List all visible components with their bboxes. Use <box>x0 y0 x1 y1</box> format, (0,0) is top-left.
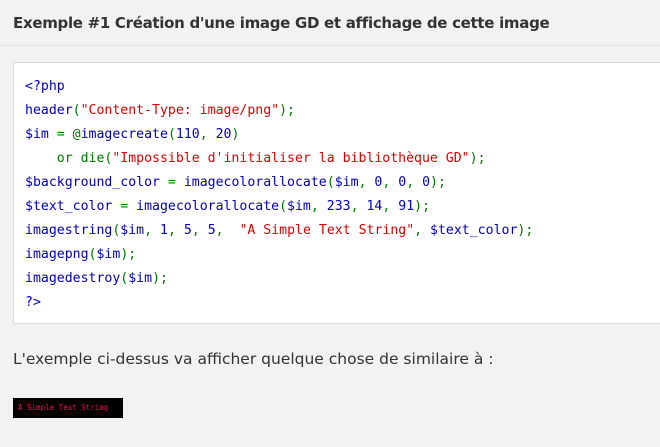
code-token: imagedestroy <box>25 271 121 286</box>
code-token: ) <box>231 127 240 142</box>
code-token: 91 <box>398 199 415 214</box>
code-token: imagepng <box>25 247 89 262</box>
code-token: $im <box>334 175 359 190</box>
code-token: , <box>310 199 327 214</box>
code-token: ); <box>279 103 295 118</box>
code-token: ); <box>414 199 431 214</box>
code-token: 20 <box>215 127 232 142</box>
code-token: ); <box>430 175 446 190</box>
code-token: imagestring <box>25 223 113 238</box>
code-token: , <box>382 175 399 190</box>
output-description: L'exemple ci-dessus va afficher quelque … <box>13 350 494 368</box>
code-token: imagecolorallocate <box>136 199 280 214</box>
code-line: imagepng($im); <box>25 243 660 267</box>
code-token: 0 <box>422 175 431 190</box>
code-token: or die( <box>25 151 113 166</box>
code-line: $background_color = imagecolorallocate($… <box>25 171 660 195</box>
code-token: , <box>144 223 161 238</box>
code-token: $im <box>25 127 57 142</box>
code-token: "A Simple Text String" <box>239 223 415 238</box>
code-token: , <box>406 175 423 190</box>
code-token: "Impossible d'initialiser la bibliothèqu… <box>112 151 470 166</box>
code-token: = <box>120 199 137 214</box>
divider <box>0 45 660 46</box>
code-token: ( <box>167 127 176 142</box>
code-token: 0 <box>398 175 407 190</box>
code-token: ); <box>120 247 137 262</box>
code-token: 110 <box>175 127 200 142</box>
code-line: $im = @imagecreate(110, 20) <box>25 123 660 147</box>
code-token: $text_color <box>430 223 518 238</box>
code-token: = <box>167 175 184 190</box>
code-token: ); <box>152 271 168 286</box>
code-line: <?php <box>25 75 660 99</box>
code-token: ); <box>517 223 534 238</box>
code-token: "Content-Type: image/png" <box>80 103 280 118</box>
code-token: 233 <box>326 199 351 214</box>
code-token: 5 <box>183 223 192 238</box>
code-token: , <box>199 127 216 142</box>
code-token: , <box>167 223 184 238</box>
code-line: imagestring($im, 1, 5, 5, "A Simple Text… <box>25 219 660 243</box>
code-token: ?> <box>25 295 41 310</box>
code-token: 1 <box>160 223 168 238</box>
code-line: or die("Impossible d'initialiser la bibl… <box>25 147 660 171</box>
code-token: , <box>215 223 240 238</box>
example-title: Exemple #1 Création d'une image GD et af… <box>13 14 550 32</box>
code-line: ?> <box>25 291 660 315</box>
code-line: header("Content-Type: image/png"); <box>25 99 660 123</box>
generated-image: A Simple Text String <box>13 398 123 418</box>
code-token: ( <box>326 175 335 190</box>
code-token: <?php <box>25 79 65 94</box>
code-token: imagecreate <box>80 127 168 142</box>
code-token: $im <box>128 271 153 286</box>
code-token: = @ <box>56 127 81 142</box>
code-line: imagedestroy($im); <box>25 267 660 291</box>
code-line: $text_color = imagecolorallocate($im, 23… <box>25 195 660 219</box>
code-token: imagecolorallocate <box>183 175 327 190</box>
code-token: 14 <box>366 199 383 214</box>
code-token: $background_color <box>25 175 168 190</box>
code-block: <?php header("Content-Type: image/png"); $… <box>13 62 660 324</box>
code-token: , <box>191 223 208 238</box>
code-token: $text_color <box>25 199 121 214</box>
code-token: , <box>350 199 367 214</box>
code-token: 5 <box>207 223 216 238</box>
code-token: $im <box>287 199 311 214</box>
code-token: , <box>382 199 399 214</box>
code-token: ); <box>469 151 486 166</box>
code-token: ( <box>279 199 288 214</box>
code-token: , <box>358 175 375 190</box>
code-token: header <box>25 103 73 118</box>
code-token: $im <box>120 223 145 238</box>
code-token: ( <box>72 103 81 118</box>
code-token: , <box>414 223 431 238</box>
code-token: $im <box>96 247 121 262</box>
